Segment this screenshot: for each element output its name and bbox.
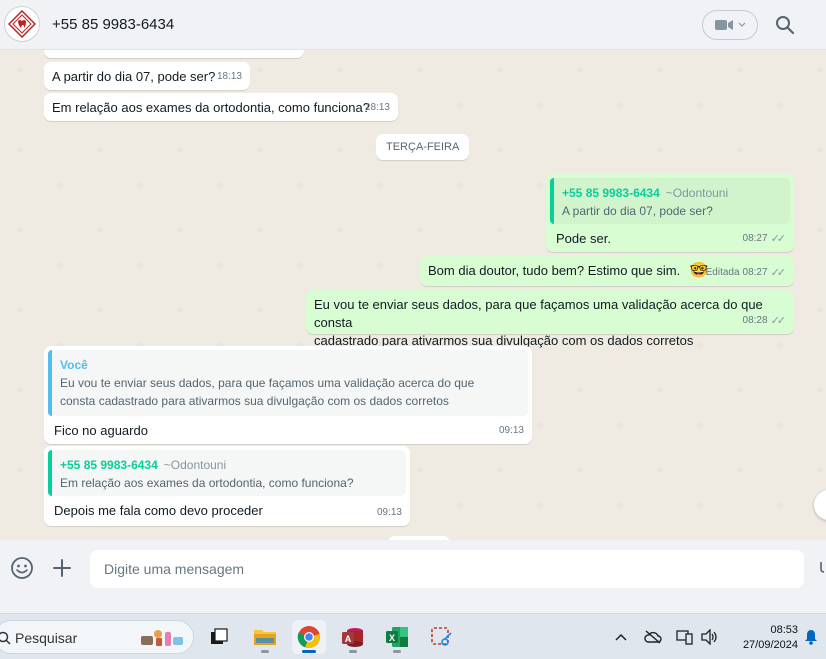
- quote-alias: ~Odontouni: [163, 458, 227, 472]
- microphone-icon[interactable]: [818, 560, 826, 578]
- double-check-icon: ✓✓: [770, 233, 787, 245]
- video-call-button[interactable]: [702, 10, 758, 40]
- message-bubble-outgoing[interactable]: Bom dia doutor, tudo bem? Estimo que sim…: [420, 256, 794, 286]
- message-text: A partir do dia 07, pode ser?: [52, 69, 216, 84]
- quote-text: Em relação aos exames da ortodontia, com…: [60, 476, 354, 490]
- taskbar-excel[interactable]: X: [380, 620, 414, 654]
- quoted-message[interactable]: +55 85 9983-6434 ~Odontouni Em relação ao…: [48, 450, 406, 496]
- contact-name[interactable]: +55 85 9983-6434: [52, 16, 174, 33]
- quote-author: +55 85 9983-6434: [60, 458, 158, 472]
- smiley-icon: [11, 557, 33, 579]
- message-bubble-outgoing[interactable]: Eu vou te enviar seus dados, para que fa…: [306, 290, 794, 348]
- message-time-group: Editada 08:27 ✓✓: [706, 264, 786, 282]
- taskbar-task-view[interactable]: [202, 620, 236, 654]
- message-bubble-incoming[interactable]: Em relação aos exames da ortodontia, com…: [44, 93, 398, 121]
- folder-icon: [254, 630, 276, 645]
- taskbar-search-label: Pesquisar: [15, 630, 78, 646]
- excel-icon: X: [386, 627, 408, 647]
- message-bubble-incoming[interactable]: +55 85 9983-6434 ~Odontouni Em relação ao…: [44, 446, 410, 526]
- search-chat-button[interactable]: [772, 12, 798, 38]
- message-time: 18:13: [364, 102, 390, 113]
- message-text: Fico no aguardo: [54, 423, 148, 438]
- message-time-group: 08:28 ✓✓: [742, 312, 787, 330]
- search-icon: [776, 16, 795, 35]
- snipping-tool-icon: [431, 627, 452, 646]
- volume-icon[interactable]: [700, 628, 718, 646]
- double-check-icon: ✓✓: [770, 315, 787, 327]
- message-time: 18:13: [216, 71, 242, 82]
- message-text: Bom dia doutor, tudo bem? Estimo que sim…: [428, 263, 681, 278]
- message-time: 09:13: [376, 507, 402, 518]
- chrome-icon: [297, 626, 320, 649]
- edited-label: Editada: [705, 267, 740, 278]
- video-camera-icon: [715, 20, 733, 30]
- task-view-icon: [211, 628, 228, 644]
- message-time-group: 08:27 ✓✓: [742, 230, 787, 248]
- clock-time: 08:53: [770, 624, 798, 636]
- message-time: 08:27: [742, 233, 768, 244]
- search-icon: [0, 631, 11, 645]
- scroll-down-button[interactable]: [814, 490, 826, 520]
- taskbar-snipping-tool[interactable]: [424, 620, 458, 654]
- message-bubble-incoming[interactable]: A partir do dia 07, pode ser? 18:13: [44, 62, 250, 90]
- message-composer: [0, 540, 826, 598]
- message-list[interactable]: A partir do dia 07, pode ser? 18:13 Em r…: [0, 50, 826, 540]
- quote-author: Você: [60, 358, 88, 372]
- taskbar-chrome[interactable]: [292, 620, 326, 654]
- quote-text-line: Eu vou te enviar seus dados, para que fa…: [60, 376, 475, 390]
- search-highlight-icon: [141, 630, 183, 646]
- message-bubble-outgoing[interactable]: +55 85 9983-6434 ~Odontouni A partir do d…: [546, 174, 794, 252]
- contact-avatar[interactable]: [4, 6, 40, 42]
- quote-alias: ~Odontouni: [665, 186, 729, 200]
- plus-icon: [53, 559, 71, 577]
- message-time: 08:28: [742, 315, 768, 326]
- chevron-down-icon: [738, 22, 746, 27]
- window-bottom-edge: [0, 598, 826, 614]
- onedrive-offline-icon[interactable]: [644, 628, 662, 646]
- show-hidden-icons-chevron[interactable]: [612, 628, 630, 646]
- quote-author: +55 85 9983-6434: [562, 186, 660, 200]
- svg-text:X: X: [389, 633, 395, 643]
- attach-button[interactable]: [50, 556, 74, 580]
- notification-bell-icon[interactable]: [802, 628, 820, 646]
- quoted-message[interactable]: +55 85 9983-6434 ~Odontouni A partir do d…: [550, 178, 790, 224]
- taskbar-file-explorer[interactable]: [248, 620, 282, 654]
- day-separator: TERÇA-FEIRA: [376, 134, 470, 160]
- tooth-logo-icon: [8, 10, 36, 38]
- access-icon: A: [342, 628, 363, 647]
- message-bubble-partial: [44, 50, 304, 58]
- emoji-button[interactable]: [10, 556, 34, 580]
- windows-taskbar: Pesquisar A X 08:53 27/09/2024: [0, 614, 826, 659]
- quote-text: A partir do dia 07, pode ser?: [562, 204, 713, 218]
- message-text: Depois me fala como devo proceder: [54, 503, 263, 518]
- taskbar-search[interactable]: Pesquisar: [0, 620, 194, 654]
- taskbar-clock[interactable]: 08:53 27/09/2024: [728, 623, 798, 653]
- chat-header: +55 85 9983-6434: [0, 0, 826, 50]
- clock-date: 27/09/2024: [742, 639, 798, 651]
- message-time: 08:27: [742, 267, 768, 278]
- message-input[interactable]: [90, 550, 804, 588]
- message-bubble-incoming[interactable]: Você Eu vou te enviar seus dados, para q…: [44, 346, 532, 444]
- message-time: 09:13: [498, 425, 524, 436]
- message-text: Em relação aos exames da ortodontia, com…: [52, 100, 370, 115]
- taskbar-access[interactable]: A: [336, 620, 370, 654]
- svg-text:A: A: [345, 634, 352, 644]
- quoted-message[interactable]: Você Eu vou te enviar seus dados, para q…: [48, 350, 528, 416]
- double-check-icon: ✓✓: [770, 267, 787, 279]
- network-icon[interactable]: [676, 628, 694, 646]
- message-text-line: Eu vou te enviar seus dados, para que fa…: [314, 297, 763, 330]
- quote-text-line: consta cadastrado para ativarmos sua div…: [60, 394, 449, 408]
